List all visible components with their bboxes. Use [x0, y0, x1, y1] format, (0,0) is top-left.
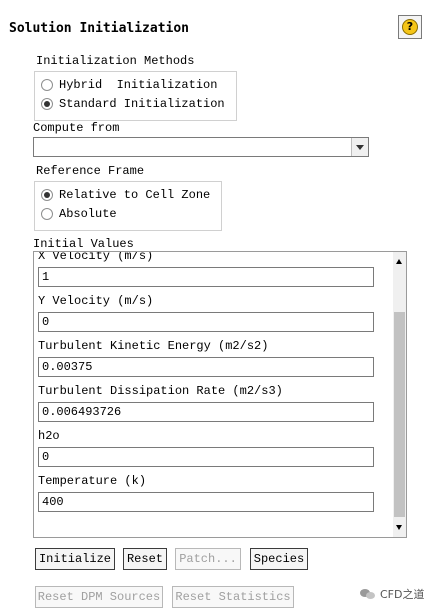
watermark: CFD之道	[360, 586, 424, 602]
turbulent-kinetic-energy-label: Turbulent Kinetic Energy (m2/s2)	[38, 339, 269, 353]
compute-from-dropdown[interactable]	[33, 137, 369, 157]
h2o-label: h2o	[38, 429, 60, 443]
radio-unchecked-icon	[41, 79, 53, 91]
radio-checked-icon	[41, 98, 53, 110]
help-button[interactable]: ?	[398, 15, 422, 39]
turbulent-kinetic-energy-input[interactable]: 0.00375	[38, 357, 374, 377]
watermark-text: CFD之道	[380, 588, 425, 601]
radio-standard-initialization[interactable]: Standard Initialization	[41, 95, 225, 113]
patch-button[interactable]: Patch...	[175, 548, 241, 570]
radio-relative-to-cell-zone[interactable]: Relative to Cell Zone	[41, 186, 210, 204]
h2o-input[interactable]: 0	[38, 447, 374, 467]
initialization-methods-group: Hybrid Initialization Standard Initializ…	[34, 71, 237, 121]
scroll-up-arrow-icon[interactable]	[396, 259, 402, 264]
radio-relative-label: Relative to Cell Zone	[59, 188, 211, 202]
initialization-methods-label: Initialization Methods	[36, 54, 195, 68]
reset-button[interactable]: Reset	[123, 548, 167, 570]
radio-absolute-label: Absolute	[59, 207, 117, 221]
initial-values-label: Initial Values	[33, 237, 134, 251]
scroll-down-arrow-icon[interactable]	[396, 525, 402, 530]
x-velocity-label: X Velocity (m/s)	[38, 251, 154, 263]
reference-frame-group: Relative to Cell Zone Absolute	[34, 181, 222, 231]
page-title: Solution Initialization	[9, 21, 190, 36]
reset-statistics-button[interactable]: Reset Statistics	[172, 586, 294, 608]
turbulent-dissipation-rate-label: Turbulent Dissipation Rate (m2/s3)	[38, 384, 283, 398]
help-icon: ?	[402, 19, 418, 35]
initialize-button[interactable]: Initialize	[35, 548, 115, 570]
temperature-input[interactable]: 400	[38, 492, 374, 512]
turbulent-dissipation-rate-input[interactable]: 0.006493726	[38, 402, 374, 422]
radio-unchecked-icon	[41, 208, 53, 220]
reference-frame-label: Reference Frame	[36, 164, 145, 178]
initial-values-panel[interactable]: X Velocity (m/s) 1 Y Velocity (m/s) 0 Tu…	[33, 251, 407, 538]
compute-from-label: Compute from	[33, 121, 120, 135]
radio-hybrid-initialization[interactable]: Hybrid Initialization	[41, 76, 217, 94]
temperature-label: Temperature (k)	[38, 474, 147, 488]
radio-hybrid-label: Hybrid Initialization	[59, 78, 218, 92]
radio-checked-icon	[41, 189, 53, 201]
scrollbar-thumb[interactable]	[394, 312, 405, 517]
chat-bubble-icon	[360, 587, 376, 601]
species-button[interactable]: Species	[250, 548, 308, 570]
x-velocity-input[interactable]: 1	[38, 267, 374, 287]
radio-absolute[interactable]: Absolute	[41, 205, 117, 223]
chevron-down-icon[interactable]	[351, 138, 368, 156]
y-velocity-input[interactable]: 0	[38, 312, 374, 332]
reset-dpm-sources-button[interactable]: Reset DPM Sources	[35, 586, 163, 608]
vertical-scrollbar[interactable]	[393, 252, 406, 537]
y-velocity-label: Y Velocity (m/s)	[38, 294, 154, 308]
radio-standard-label: Standard Initialization	[59, 97, 225, 111]
